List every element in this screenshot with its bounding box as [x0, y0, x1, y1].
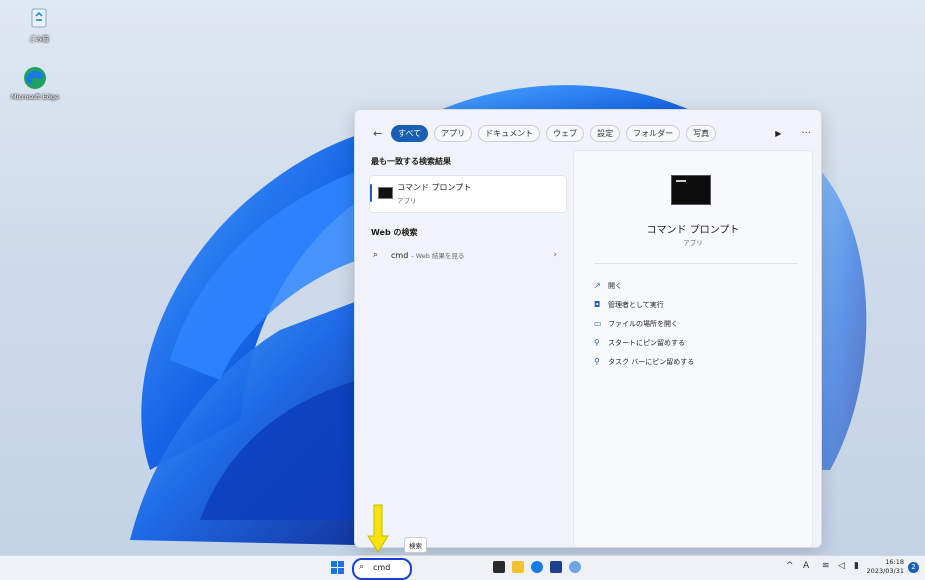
- filter-chip-photos[interactable]: 写真: [686, 124, 717, 142]
- detail-subtitle: アプリ: [683, 239, 703, 247]
- chevron-up-icon[interactable]: ^: [786, 561, 794, 571]
- action-pin-to-taskbar[interactable]: ⚲ タスク バーにピン留めする: [594, 352, 694, 371]
- result-detail-pane: コマンド プロンプト アプリ ↗ 開く ◘ 管理者として実行 ▭ ファイルの場所…: [573, 150, 813, 547]
- recycle-bin-icon: [27, 6, 51, 30]
- best-match-subtitle: アプリ: [397, 197, 417, 205]
- task-view-icon[interactable]: [493, 561, 505, 573]
- action-open[interactable]: ↗ 開く: [594, 276, 694, 295]
- action-run-as-admin[interactable]: ◘ 管理者として実行: [594, 295, 694, 314]
- action-label: 開く: [608, 281, 622, 290]
- filter-chip-settings[interactable]: 設定: [590, 124, 621, 142]
- volume-icon[interactable]: ◁: [838, 561, 845, 571]
- results-list: 最も一致する検索結果 コマンド プロンプト アプリ Web の検索 ⌕ cmd …: [369, 152, 567, 264]
- file-explorer-icon[interactable]: [512, 561, 524, 573]
- detail-title: コマンド プロンプト: [646, 225, 740, 236]
- play-icon[interactable]: ▶: [775, 129, 781, 138]
- desktop-icon-recycle-bin[interactable]: ごみ箱: [12, 6, 66, 43]
- edge-icon: [23, 66, 47, 90]
- edge-taskbar-icon[interactable]: [531, 561, 543, 573]
- web-query: cmd: [391, 250, 409, 260]
- more-options-icon[interactable]: ···: [801, 128, 811, 139]
- pin-icon: ⚲: [594, 338, 600, 347]
- photos-icon[interactable]: [569, 561, 581, 573]
- wifi-icon[interactable]: ≋: [822, 561, 830, 571]
- battery-icon[interactable]: ▮: [854, 561, 859, 571]
- action-label: タスク バーにピン留めする: [608, 357, 695, 366]
- pin-icon: ⚲: [594, 357, 600, 366]
- ime-indicator[interactable]: A: [803, 561, 809, 571]
- action-label: スタートにピン留めする: [608, 338, 685, 347]
- filter-chip-web[interactable]: ウェブ: [546, 124, 585, 142]
- search-panel: ← すべて アプリ ドキュメント ウェブ 設定 フォルダー 写真 ▶ ··· 最…: [354, 109, 822, 548]
- search-tooltip: 検索: [404, 537, 427, 553]
- annotation-arrow: [367, 504, 389, 553]
- filter-chip-documents[interactable]: ドキュメント: [478, 124, 541, 142]
- command-prompt-large-icon: [671, 175, 711, 205]
- web-query-suffix: - Web 結果を見る: [411, 252, 465, 260]
- search-icon: ⌕: [373, 250, 379, 260]
- filter-chip-apps[interactable]: アプリ: [434, 124, 473, 142]
- detail-actions: ↗ 開く ◘ 管理者として実行 ▭ ファイルの場所を開く ⚲ スタートにピン留め…: [594, 276, 694, 371]
- notification-badge[interactable]: 2: [908, 562, 919, 573]
- back-arrow-icon[interactable]: ←: [373, 127, 391, 140]
- filter-chip-all[interactable]: すべて: [391, 124, 429, 142]
- selection-indicator: [370, 184, 372, 202]
- detail-divider: [594, 263, 798, 264]
- desktop-icon-edge[interactable]: Microsoft Edge: [8, 66, 62, 101]
- action-open-file-location[interactable]: ▭ ファイルの場所を開く: [594, 314, 694, 333]
- start-button[interactable]: [331, 561, 344, 574]
- desktop-icon-label: ごみ箱: [29, 35, 49, 43]
- best-match-item[interactable]: コマンド プロンプト アプリ: [369, 175, 567, 213]
- taskbar-search-box[interactable]: ⌕ cmd: [352, 558, 412, 580]
- search-filter-bar: ← すべて アプリ ドキュメント ウェブ 設定 フォルダー 写真 ▶ ···: [373, 124, 811, 142]
- chevron-right-icon: ›: [553, 250, 557, 260]
- web-search-heading: Web の検索: [371, 228, 418, 237]
- clock-time: 16:18: [885, 558, 904, 566]
- clock[interactable]: 16:18 2023/03/31: [867, 558, 904, 576]
- folder-icon: ▭: [594, 319, 602, 328]
- shield-icon: ◘: [594, 300, 601, 309]
- search-input-value[interactable]: cmd: [373, 563, 390, 572]
- store-icon[interactable]: [550, 561, 562, 573]
- command-prompt-icon: [378, 187, 393, 199]
- search-icon: ⌕: [359, 562, 365, 572]
- action-label: ファイルの場所を開く: [608, 319, 678, 328]
- best-match-title: コマンド プロンプト: [397, 183, 472, 192]
- open-icon: ↗: [594, 281, 601, 290]
- web-search-result[interactable]: ⌕ cmd - Web 結果を見る ›: [369, 246, 567, 264]
- taskbar: ⌕ cmd ^ A ≋ ◁ ▮ 16:18 2023/03/31 2: [0, 555, 925, 580]
- action-label: 管理者として実行: [608, 300, 664, 309]
- best-match-heading: 最も一致する検索結果: [371, 157, 451, 166]
- action-pin-to-start[interactable]: ⚲ スタートにピン留めする: [594, 333, 694, 352]
- filter-chip-folders[interactable]: フォルダー: [626, 124, 681, 142]
- clock-date: 2023/03/31: [866, 567, 904, 575]
- desktop-icon-label: Microsoft Edge: [10, 93, 59, 101]
